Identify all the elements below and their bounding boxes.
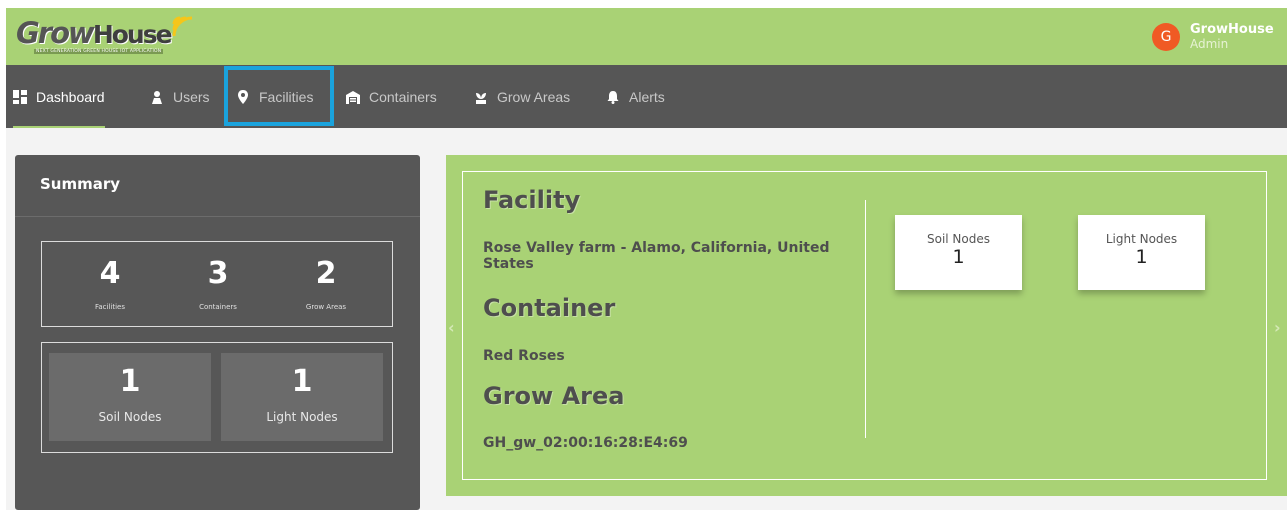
light-nodes-mini-card[interactable]: Light Nodes 1 xyxy=(1078,215,1205,290)
nav-item-alerts[interactable]: Alerts xyxy=(606,65,665,128)
top-bar: GrowHouse NEXT GENERATION GREEN HOUSE IO… xyxy=(6,8,1287,65)
stat-value: 4 xyxy=(99,256,121,291)
stat-label: Containers xyxy=(199,303,237,311)
node-label: Light Nodes xyxy=(266,410,338,424)
soil-nodes-card[interactable]: 1 Soil Nodes xyxy=(49,353,211,441)
nav-item-facilities[interactable]: Facilities xyxy=(236,65,313,128)
warehouse-icon xyxy=(346,90,360,104)
summary-stats: 4 Facilities 3 Containers 2 Grow Areas xyxy=(41,241,393,327)
container-heading: Container xyxy=(483,294,616,322)
plant-icon xyxy=(474,90,488,104)
facility-name: Rose Valley farm - Alamo, California, Un… xyxy=(483,240,830,272)
node-value: 1 xyxy=(119,364,141,399)
summary-title: Summary xyxy=(40,175,121,193)
light-nodes-card[interactable]: 1 Light Nodes xyxy=(221,353,383,441)
avatar[interactable]: G xyxy=(1152,22,1180,51)
carousel-next-icon[interactable]: › xyxy=(1274,318,1281,337)
nav-item-dashboard[interactable]: Dashboard xyxy=(13,65,105,128)
map-marker-icon xyxy=(236,89,250,104)
stat-grow-areas[interactable]: 2 Grow Areas xyxy=(276,254,376,311)
user-menu[interactable]: G GrowHouse Admin xyxy=(1152,8,1287,65)
logo-text: GrowHouse xyxy=(16,16,173,50)
user-icon xyxy=(150,90,164,104)
nav-label-containers: Containers xyxy=(369,88,437,105)
main-nav: Dashboard Users Facilities Containers Gr… xyxy=(6,65,1287,128)
user-role: Admin xyxy=(1190,36,1229,51)
grow-area-heading: Grow Area xyxy=(483,382,625,410)
facility-carousel: Facility Rose Valley farm - Alamo, Calif… xyxy=(446,155,1287,496)
facility-slide: Facility Rose Valley farm - Alamo, Calif… xyxy=(462,171,1267,480)
nav-label-facilities: Facilities xyxy=(259,88,314,105)
vertical-divider xyxy=(865,200,866,438)
nav-label-grow-areas: Grow Areas xyxy=(497,88,571,105)
nav-label-dashboard: Dashboard xyxy=(36,88,105,105)
summary-panel: Summary 4 Facilities 3 Containers 2 Grow… xyxy=(15,155,420,510)
soil-nodes-mini-card[interactable]: Soil Nodes 1 xyxy=(895,215,1022,290)
growhouse-logo[interactable]: GrowHouse NEXT GENERATION GREEN HOUSE IO… xyxy=(12,14,194,58)
node-value: 1 xyxy=(291,364,313,399)
bell-icon xyxy=(606,90,620,104)
summary-nodes: 1 Soil Nodes 1 Light Nodes xyxy=(41,342,393,453)
facility-heading: Facility xyxy=(483,186,581,214)
logo-tagline: NEXT GENERATION GREEN HOUSE IOT APPLICAT… xyxy=(34,49,164,54)
mini-card-value: 1 xyxy=(952,246,965,268)
nav-item-users[interactable]: Users xyxy=(150,65,210,128)
user-name: GrowHouse xyxy=(1190,21,1274,37)
mini-card-label: Light Nodes xyxy=(1105,232,1178,246)
stat-label: Facilities xyxy=(95,303,125,311)
stat-value: 2 xyxy=(315,256,337,291)
nav-item-containers[interactable]: Containers xyxy=(346,65,437,128)
container-name: Red Roses xyxy=(483,348,565,364)
divider xyxy=(15,216,420,217)
carousel-prev-icon[interactable]: ‹ xyxy=(448,318,455,337)
node-label: Soil Nodes xyxy=(98,410,162,424)
stat-facilities[interactable]: 4 Facilities xyxy=(60,254,160,311)
wifi-signal-icon xyxy=(172,16,193,37)
dashboard-grid-icon xyxy=(13,89,27,104)
nav-label-users: Users xyxy=(173,88,210,105)
stat-containers[interactable]: 3 Containers xyxy=(168,254,268,311)
mini-card-value: 1 xyxy=(1135,246,1148,268)
grow-area-name: GH_gw_02:00:16:28:E4:69 xyxy=(483,435,688,451)
mini-card-label: Soil Nodes xyxy=(926,232,990,246)
stat-label: Grow Areas xyxy=(305,303,347,311)
nav-item-grow-areas[interactable]: Grow Areas xyxy=(474,65,570,128)
stat-value: 3 xyxy=(207,256,229,291)
nav-label-alerts: Alerts xyxy=(629,88,665,105)
